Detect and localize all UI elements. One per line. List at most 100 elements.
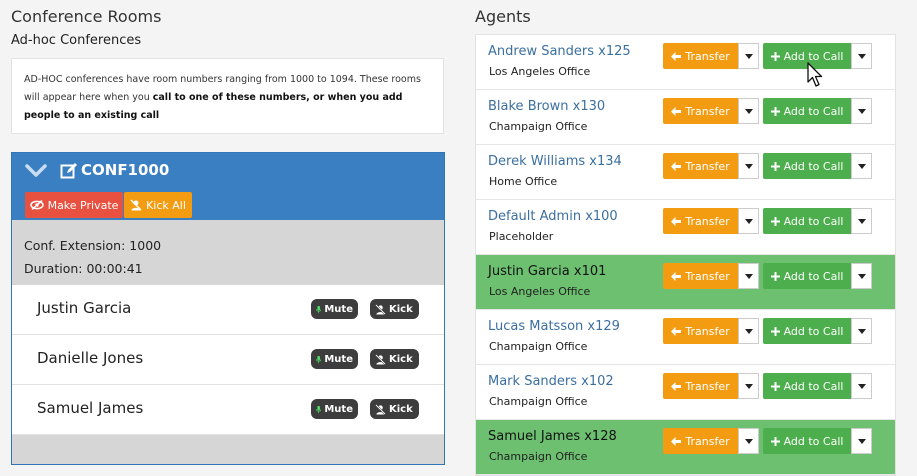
transfer-button[interactable]: Transfer — [663, 263, 738, 289]
mouse-cursor-icon — [807, 62, 823, 87]
agent-name[interactable]: Justin Garcia x101 — [488, 264, 606, 279]
transfer-dropdown-toggle[interactable] — [738, 263, 759, 289]
transfer-dropdown-toggle[interactable] — [738, 373, 759, 399]
kick-button[interactable]: Kick — [370, 299, 419, 319]
agents-panel: Agents Andrew Sanders x125 Los Angeles Of… — [464, 0, 917, 476]
transfer-dropdown-toggle[interactable] — [738, 98, 759, 124]
plus-icon — [770, 51, 780, 61]
caret-down-icon — [744, 273, 753, 279]
user-slash-icon — [375, 353, 386, 365]
conference-name: CONF1000 — [81, 161, 170, 179]
transfer-dropdown-toggle[interactable] — [738, 43, 759, 69]
add-to-call-button[interactable]: Add to Call — [763, 318, 851, 344]
arrow-left-icon — [671, 436, 682, 446]
mute-button[interactable]: Mute — [311, 399, 358, 419]
agent-row: Lucas Matsson x129 Champaign Office Transf… — [476, 310, 895, 365]
add-to-call-button[interactable]: Add to Call — [763, 263, 851, 289]
user-slash-icon — [375, 303, 386, 315]
add-to-call-label: Add to Call — [783, 214, 844, 228]
plus-icon — [770, 326, 780, 336]
agent-name[interactable]: Blake Brown x130 — [488, 99, 605, 114]
add-to-call-dropdown-toggle[interactable] — [851, 373, 872, 399]
agent-name[interactable]: Samuel James x128 — [488, 429, 617, 444]
agent-name[interactable]: Andrew Sanders x125 — [488, 44, 631, 59]
transfer-button[interactable]: Transfer — [663, 208, 738, 234]
transfer-label: Transfer — [685, 379, 730, 393]
edit-icon[interactable] — [60, 162, 78, 180]
transfer-button[interactable]: Transfer — [663, 153, 738, 179]
add-to-call-dropdown-toggle[interactable] — [851, 153, 872, 179]
chevron-down-icon[interactable] — [24, 161, 48, 181]
mute-label: Mute — [324, 353, 353, 365]
mute-button[interactable]: Mute — [311, 349, 358, 369]
kick-button[interactable]: Kick — [370, 349, 419, 369]
agent-row: Samuel James x128 Champaign Office Transfe… — [476, 420, 895, 475]
microphone-icon — [316, 305, 322, 313]
agent-row: Mark Sanders x102 Champaign Office Transfe… — [476, 365, 895, 420]
transfer-button[interactable]: Transfer — [663, 428, 738, 454]
agents-list: Andrew Sanders x125 Los Angeles Office Tra… — [475, 34, 896, 476]
add-to-call-dropdown-toggle[interactable] — [851, 263, 872, 289]
user-slash-icon — [130, 199, 142, 211]
transfer-dropdown-toggle[interactable] — [738, 428, 759, 454]
add-to-call-dropdown-toggle[interactable] — [851, 318, 872, 344]
agent-office: Los Angeles Office — [489, 65, 591, 78]
caret-down-icon — [857, 328, 866, 334]
agent-office: Los Angeles Office — [489, 285, 591, 298]
caret-down-icon — [744, 108, 753, 114]
kick-button[interactable]: Kick — [370, 399, 419, 419]
caret-down-icon — [857, 108, 866, 114]
add-to-call-dropdown-toggle[interactable] — [851, 98, 872, 124]
transfer-dropdown-toggle[interactable] — [738, 208, 759, 234]
add-to-call-dropdown-toggle[interactable] — [851, 428, 872, 454]
participant-name: Danielle Jones — [37, 349, 144, 367]
add-to-call-button[interactable]: Add to Call — [763, 208, 851, 234]
participants-list: Justin Garcia Mute Kick Danielle Jones M… — [12, 285, 444, 435]
make-private-button[interactable]: Make Private — [25, 192, 123, 218]
agent-office: Champaign Office — [489, 120, 588, 133]
participant-name: Samuel James — [37, 399, 144, 417]
transfer-button[interactable]: Transfer — [663, 43, 738, 69]
participant-row: Samuel James Mute Kick — [12, 385, 444, 435]
transfer-button[interactable]: Transfer — [663, 373, 738, 399]
add-to-call-button[interactable]: Add to Call — [763, 98, 851, 124]
caret-down-icon — [857, 273, 866, 279]
conf-duration: Duration: 00:00:41 — [24, 261, 143, 276]
transfer-button[interactable]: Transfer — [663, 318, 738, 344]
agent-name[interactable]: Default Admin x100 — [488, 209, 618, 224]
transfer-label: Transfer — [685, 49, 730, 63]
add-to-call-label: Add to Call — [783, 434, 844, 448]
kick-label: Kick — [389, 403, 413, 415]
participant-row: Danielle Jones Mute Kick — [12, 335, 444, 385]
participant-name: Justin Garcia — [37, 299, 132, 317]
kick-all-button[interactable]: Kick All — [124, 192, 192, 218]
add-to-call-dropdown-toggle[interactable] — [851, 208, 872, 234]
add-to-call-button[interactable]: Add to Call — [763, 153, 851, 179]
kick-all-label: Kick All — [146, 198, 186, 212]
add-to-call-dropdown-toggle[interactable] — [851, 43, 872, 69]
conference-rooms-panel: Conference Rooms Ad-hoc Conferences AD-H… — [0, 0, 453, 468]
add-to-call-label: Add to Call — [783, 269, 844, 283]
arrow-left-icon — [671, 161, 682, 171]
agent-name[interactable]: Mark Sanders x102 — [488, 374, 614, 389]
agent-office: Placeholder — [489, 230, 554, 243]
mute-button[interactable]: Mute — [311, 299, 358, 319]
transfer-label: Transfer — [685, 324, 730, 338]
arrow-left-icon — [671, 326, 682, 336]
caret-down-icon — [857, 218, 866, 224]
arrow-left-icon — [671, 271, 682, 281]
agent-name[interactable]: Derek Williams x134 — [488, 154, 622, 169]
agent-name[interactable]: Lucas Matsson x129 — [488, 319, 620, 334]
add-to-call-label: Add to Call — [783, 324, 844, 338]
make-private-label: Make Private — [47, 198, 119, 212]
conf-extension: Conf. Extension: 1000 — [24, 238, 162, 253]
plus-icon — [770, 106, 780, 116]
transfer-dropdown-toggle[interactable] — [738, 153, 759, 179]
agent-office: Champaign Office — [489, 395, 588, 408]
transfer-dropdown-toggle[interactable] — [738, 318, 759, 344]
add-to-call-button[interactable]: Add to Call — [763, 373, 851, 399]
transfer-button[interactable]: Transfer — [663, 98, 738, 124]
agent-row: Derek Williams x134 Home Office Transfer Ad… — [476, 145, 895, 200]
caret-down-icon — [857, 383, 866, 389]
add-to-call-button[interactable]: Add to Call — [763, 428, 851, 454]
